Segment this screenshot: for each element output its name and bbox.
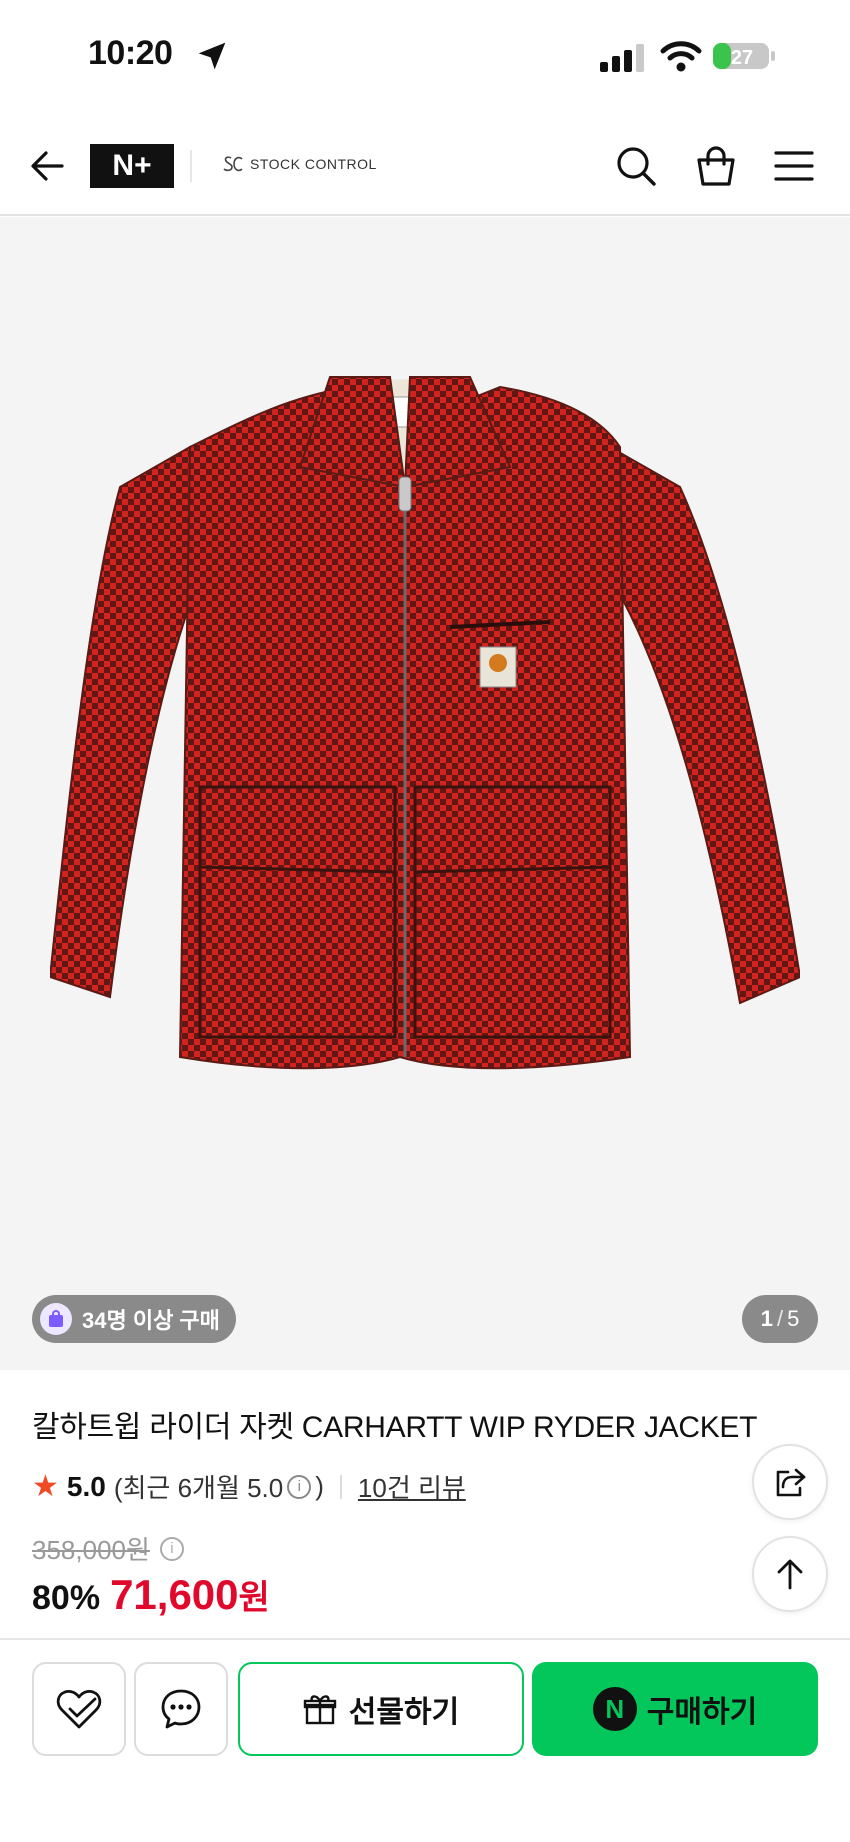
stock-control-logo-icon <box>223 156 243 172</box>
recent-rating-close: ) <box>315 1471 324 1501</box>
arrow-up-icon <box>777 1559 803 1590</box>
original-price-row: 358,000원 i <box>32 1530 184 1567</box>
talk-talk-button[interactable] <box>134 1662 228 1756</box>
buyers-count-badge: 34명 이상 구매 <box>32 1295 236 1343</box>
recent-rating: (최근 6개월 5.0 i ) <box>114 1468 324 1505</box>
product-title: 칼하트윕 라이더 자켓 CARHARTT WIP RYDER JACKET <box>32 1411 758 1444</box>
naver-plus-logo[interactable]: N+ <box>90 144 174 188</box>
price-info-icon[interactable]: i <box>159 1536 184 1561</box>
sale-price: 71,600 <box>110 1571 239 1618</box>
header-divider <box>190 150 192 182</box>
gift-label: 선물하기 <box>348 1696 460 1729</box>
share-button[interactable] <box>752 1444 828 1520</box>
battery-level: 27 <box>731 47 753 69</box>
image-pager: 1 / 5 <box>742 1295 818 1343</box>
wishlist-button[interactable] <box>32 1662 126 1756</box>
shopping-bag-icon[interactable] <box>694 144 738 188</box>
hamburger-menu-icon[interactable] <box>772 144 816 188</box>
bottom-action-bar: 선물하기 N 구매하기 <box>0 1638 850 1842</box>
gift-icon <box>303 1695 336 1725</box>
naver-plus-text: N+ <box>112 149 152 182</box>
pager-total: 5 <box>787 1306 800 1331</box>
rating-row: ★ 5.0 (최근 6개월 5.0 i ) 10건 리뷰 <box>32 1468 466 1505</box>
share-icon <box>776 1468 806 1497</box>
location-arrow-icon <box>198 42 226 70</box>
sale-price-row: 80% 71,600 원 <box>32 1570 270 1619</box>
status-bar: 10:20 27 <box>0 0 850 120</box>
battery-icon: 27 <box>713 43 775 69</box>
store-name: STOCK CONTROL <box>250 156 377 172</box>
star-icon: ★ <box>32 1470 59 1503</box>
rating-divider <box>339 1474 342 1499</box>
product-image-carousel[interactable]: 34명 이상 구매 1 / 5 <box>0 217 850 1370</box>
scroll-to-top-button[interactable] <box>752 1536 828 1612</box>
review-count-link[interactable]: 10건 리뷰 <box>358 1468 466 1505</box>
buy-button[interactable]: N 구매하기 <box>532 1662 818 1756</box>
gift-button[interactable]: 선물하기 <box>238 1662 524 1756</box>
search-icon[interactable] <box>614 144 658 188</box>
naver-pay-icon: N <box>592 1687 637 1731</box>
heart-check-icon <box>56 1689 102 1729</box>
buy-label: 구매하기 <box>646 1696 758 1729</box>
buyers-count-text: 34명 이상 구매 <box>82 1308 220 1333</box>
product-info: 칼하트윕 라이더 자켓 CARHARTT WIP RYDER JACKET ★ … <box>32 1402 832 1618</box>
store-logo[interactable]: STOCK CONTROL <box>222 154 377 174</box>
shopping-bag-badge-icon <box>40 1303 72 1335</box>
recent-rating-text: (최근 6개월 5.0 <box>113 1473 284 1503</box>
wifi-icon <box>660 41 702 72</box>
status-time: 10:20 <box>88 34 173 72</box>
back-arrow-icon[interactable] <box>26 144 70 188</box>
rating-score: 5.0 <box>66 1470 106 1502</box>
cellular-signal-icon <box>600 44 644 72</box>
pager-current: 1 <box>760 1306 773 1331</box>
chat-bubble-icon <box>161 1689 201 1729</box>
original-price: 358,000원 <box>32 1535 150 1565</box>
pager-separator: / <box>776 1306 784 1331</box>
discount-rate: 80% <box>32 1579 101 1617</box>
product-photo-jacket[interactable] <box>50 337 800 1137</box>
top-nav: N+ STOCK CONTROL <box>0 120 850 216</box>
info-icon[interactable]: i <box>287 1474 312 1499</box>
price-currency: 원 <box>238 1579 270 1617</box>
